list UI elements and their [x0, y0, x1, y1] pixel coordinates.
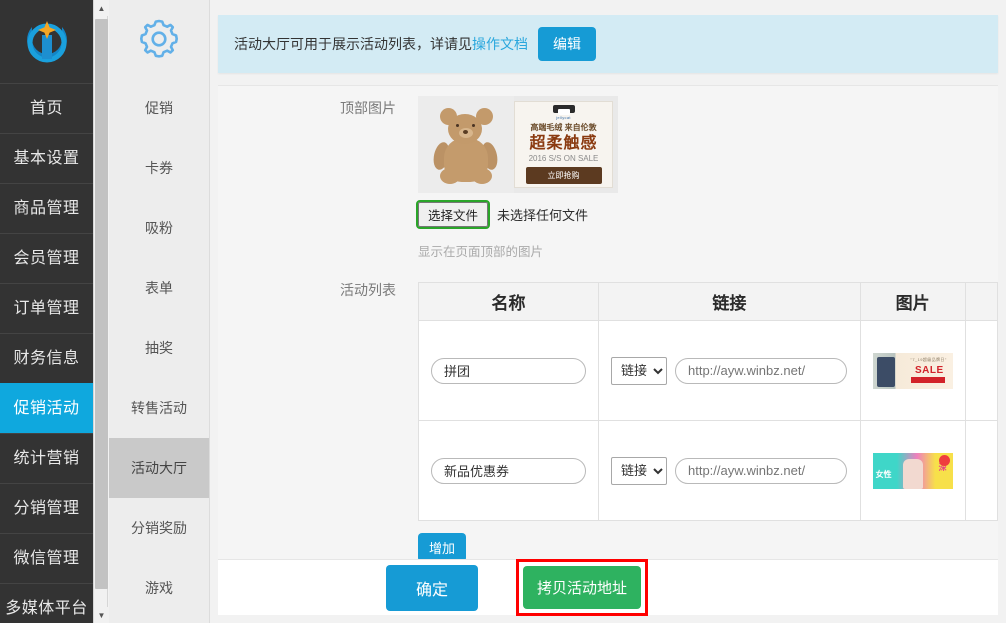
main-content: 活动大厅可用于展示活动列表，详请见操作文档 编辑 顶部图片 [210, 0, 1006, 623]
activity-list-row: 活动列表 名称 链接 图片 链接 [218, 260, 998, 595]
promo-text-block: jellycat 高端毛绒 来自伦敦 超柔触感 2016 S/S ON SALE… [514, 101, 613, 188]
cell-name [419, 321, 599, 421]
sidebar-item-6[interactable]: 促销活动 [0, 383, 93, 433]
subnav-item-2[interactable]: 吸粉 [109, 198, 209, 258]
copy-button-wrap: 拷贝活动地址 [523, 566, 641, 609]
sidebar-item-9[interactable]: 微信管理 [0, 533, 93, 583]
activity-table-body: 链接"7_19超级品牌日"链接女性深 [419, 321, 998, 521]
header-link: 链接 [599, 283, 861, 321]
table-row: 链接 "7_19超级品牌日" [419, 321, 998, 421]
secondary-nav-list: 促销卡券吸粉表单抽奖转售活动活动大厅分销奖励游戏 [109, 78, 209, 618]
subnav-item-1[interactable]: 卡券 [109, 138, 209, 198]
scroll-down-arrow-icon[interactable]: ▼ [94, 607, 109, 623]
scroll-up-arrow-icon[interactable]: ▲ [94, 0, 109, 16]
sidebar-item-1[interactable]: 基本设置 [0, 133, 93, 183]
link-type-select[interactable]: 链接 [611, 357, 667, 385]
teddy-bear-illustration [418, 96, 514, 193]
sidebar-item-8[interactable]: 分销管理 [0, 483, 93, 533]
scrollbar-thumb[interactable] [95, 19, 108, 589]
operation-doc-link[interactable]: 操作文档 [472, 34, 528, 54]
primary-nav-list: 首页基本设置商品管理会员管理订单管理财务信息促销活动统计营销分销管理微信管理多媒… [0, 83, 93, 623]
top-image-hint: 显示在页面顶部的图片 [418, 241, 998, 260]
subnav-item-4[interactable]: 抽奖 [109, 318, 209, 378]
promo-line2: 超柔触感 [529, 135, 597, 152]
cell-link: 链接 [599, 421, 861, 521]
sidebar-item-2[interactable]: 商品管理 [0, 183, 93, 233]
jellycat-logo-icon [553, 105, 575, 113]
header-image: 图片 [860, 283, 965, 321]
header-name: 名称 [419, 283, 599, 321]
thumb-subtitle: "7_19超级品牌日" [911, 357, 947, 363]
activity-table: 名称 链接 图片 链接"7_19超级品牌日"链接女性深 [418, 282, 998, 521]
cell-image: 女性深 [860, 421, 965, 521]
sidebar-item-10[interactable]: 多媒体平台 [0, 583, 93, 623]
form-panel: 顶部图片 [218, 85, 998, 615]
promo-line3: 2016 S/S ON SALE [529, 154, 599, 163]
sidebar-item-0[interactable]: 首页 [0, 83, 93, 133]
copy-activity-url-button[interactable]: 拷贝活动地址 [523, 566, 641, 609]
choose-file-button[interactable]: 选择文件 [418, 202, 488, 227]
table-header-row: 名称 链接 图片 [419, 283, 998, 321]
brand-logo-icon [18, 13, 76, 71]
confirm-button[interactable]: 确定 [386, 565, 478, 611]
secondary-sidebar: 促销卡券吸粉表单抽奖转售活动活动大厅分销奖励游戏 [109, 0, 210, 623]
header-overflow [965, 283, 997, 321]
add-row-button[interactable]: 增加 [418, 533, 466, 562]
table-row: 链接 女性深 [419, 421, 998, 521]
top-image-field: jellycat 高端毛绒 来自伦敦 超柔触感 2016 S/S ON SALE… [418, 96, 998, 260]
page-scrollbar[interactable]: ▲ ▼ [93, 0, 108, 623]
thumb-badge-icon [939, 455, 950, 466]
sidebar-item-4[interactable]: 订单管理 [0, 283, 93, 333]
subnav-item-3[interactable]: 表单 [109, 258, 209, 318]
info-banner: 活动大厅可用于展示活动列表，详请见操作文档 编辑 [218, 15, 998, 73]
thumbnail-image[interactable]: "7_19超级品牌日" [873, 353, 953, 389]
sidebar-item-7[interactable]: 统计营销 [0, 433, 93, 483]
thumbnail-image[interactable]: 女性深 [873, 453, 953, 489]
link-type-select[interactable]: 链接 [611, 457, 667, 485]
promo-line1: 高端毛绒 来自伦敦 [530, 122, 596, 133]
activity-url-input[interactable] [675, 358, 847, 384]
file-picker: 选择文件 未选择任何文件 [418, 202, 998, 227]
gear-icon [109, 0, 209, 78]
subnav-item-6[interactable]: 活动大厅 [109, 438, 209, 498]
activity-name-input[interactable] [431, 358, 586, 384]
thumb-text-1: 女性 [876, 469, 892, 480]
banner-text: 活动大厅可用于展示活动列表，详请见 [234, 34, 472, 54]
cell-image: "7_19超级品牌日" [860, 321, 965, 421]
sidebar-item-5[interactable]: 财务信息 [0, 333, 93, 383]
top-image-label: 顶部图片 [218, 96, 418, 260]
form-footer: 确定 拷贝活动地址 [218, 559, 998, 615]
activity-url-input[interactable] [675, 458, 847, 484]
activity-list-label: 活动列表 [218, 278, 418, 595]
cell-link: 链接 [599, 321, 861, 421]
no-file-selected-text: 未选择任何文件 [497, 205, 588, 224]
primary-sidebar: 首页基本设置商品管理会员管理订单管理财务信息促销活动统计营销分销管理微信管理多媒… [0, 0, 93, 623]
sidebar-item-3[interactable]: 会员管理 [0, 233, 93, 283]
gear-icon-svg [136, 16, 182, 62]
cell-overflow [965, 321, 997, 421]
subnav-item-0[interactable]: 促销 [109, 78, 209, 138]
subnav-item-5[interactable]: 转售活动 [109, 378, 209, 438]
top-image-row: 顶部图片 [218, 86, 998, 260]
activity-table-wrap: 名称 链接 图片 链接"7_19超级品牌日"链接女性深 [418, 282, 998, 521]
top-image-preview: jellycat 高端毛绒 来自伦敦 超柔触感 2016 S/S ON SALE… [418, 96, 618, 193]
activity-name-input[interactable] [431, 458, 586, 484]
subnav-item-8[interactable]: 游戏 [109, 558, 209, 618]
thumb-accent-bar [911, 377, 945, 383]
edit-button[interactable]: 编辑 [538, 27, 596, 61]
promo-cta: 立即抢购 [526, 167, 602, 184]
subnav-item-7[interactable]: 分销奖励 [109, 498, 209, 558]
app-root: 首页基本设置商品管理会员管理订单管理财务信息促销活动统计营销分销管理微信管理多媒… [0, 0, 1006, 623]
cell-overflow [965, 421, 997, 521]
cell-name [419, 421, 599, 521]
brand-logo [0, 0, 93, 83]
promo-brand: jellycat [556, 115, 571, 120]
activity-list-field: 名称 链接 图片 链接"7_19超级品牌日"链接女性深 增加 排序越大越靠前，链… [418, 278, 998, 595]
